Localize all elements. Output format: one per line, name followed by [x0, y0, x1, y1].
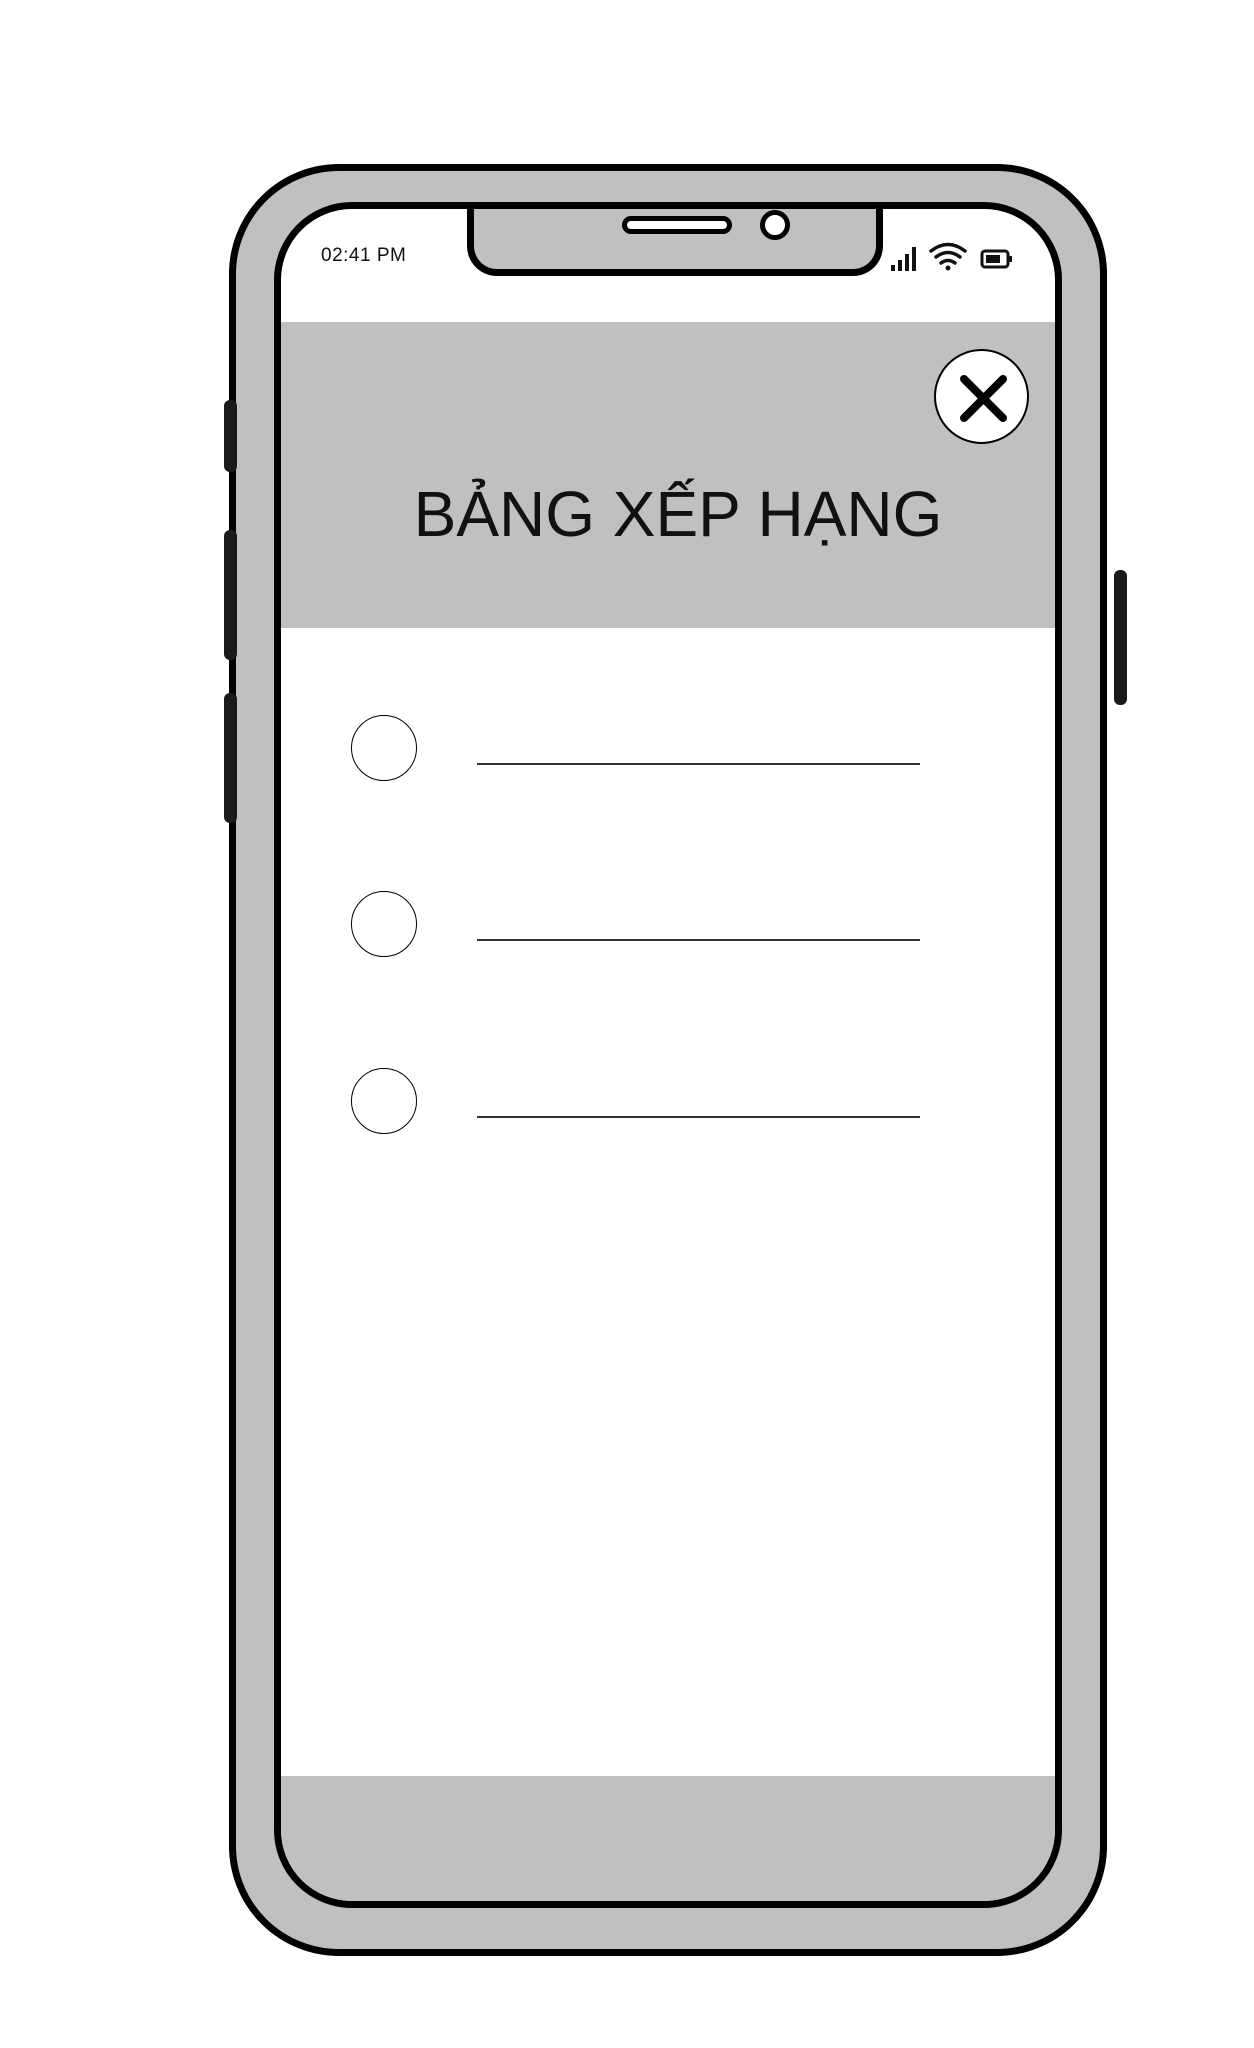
rank-radio-2[interactable]: [351, 891, 417, 957]
name-placeholder-line: [477, 1116, 920, 1118]
front-camera: [760, 210, 790, 240]
status-icons: [889, 239, 1019, 273]
mute-switch: [224, 400, 237, 472]
leaderboard-header: BẢNG XẾP HẠNG: [281, 322, 1055, 628]
rank-radio-1[interactable]: [351, 715, 417, 781]
phone-screen: 02:41 PM BẢNG XẾP HẠNG: [274, 202, 1062, 1908]
speaker-grille: [622, 216, 732, 234]
volume-up-button: [224, 530, 237, 660]
close-button[interactable]: [934, 349, 1029, 444]
volume-down-button: [224, 693, 237, 823]
signal-icon: [891, 247, 916, 271]
name-placeholder-line: [477, 939, 920, 941]
notch: [467, 209, 883, 276]
leaderboard-list: [289, 628, 1055, 1776]
name-placeholder-line: [477, 763, 920, 765]
battery-icon: [980, 249, 1012, 269]
mockup-stage: 02:41 PM BẢNG XẾP HẠNG: [0, 0, 1254, 2048]
list-item: [289, 891, 1055, 961]
list-item: [289, 1068, 1055, 1138]
status-time: 02:41 PM: [321, 245, 407, 266]
power-button: [1114, 570, 1127, 705]
wifi-icon: [929, 242, 967, 271]
list-item: [289, 715, 1055, 785]
rank-radio-3[interactable]: [351, 1068, 417, 1134]
page-title: BẢNG XẾP HẠNG: [413, 478, 943, 550]
close-icon: [960, 375, 1007, 422]
bottom-bar: [281, 1776, 1055, 1901]
